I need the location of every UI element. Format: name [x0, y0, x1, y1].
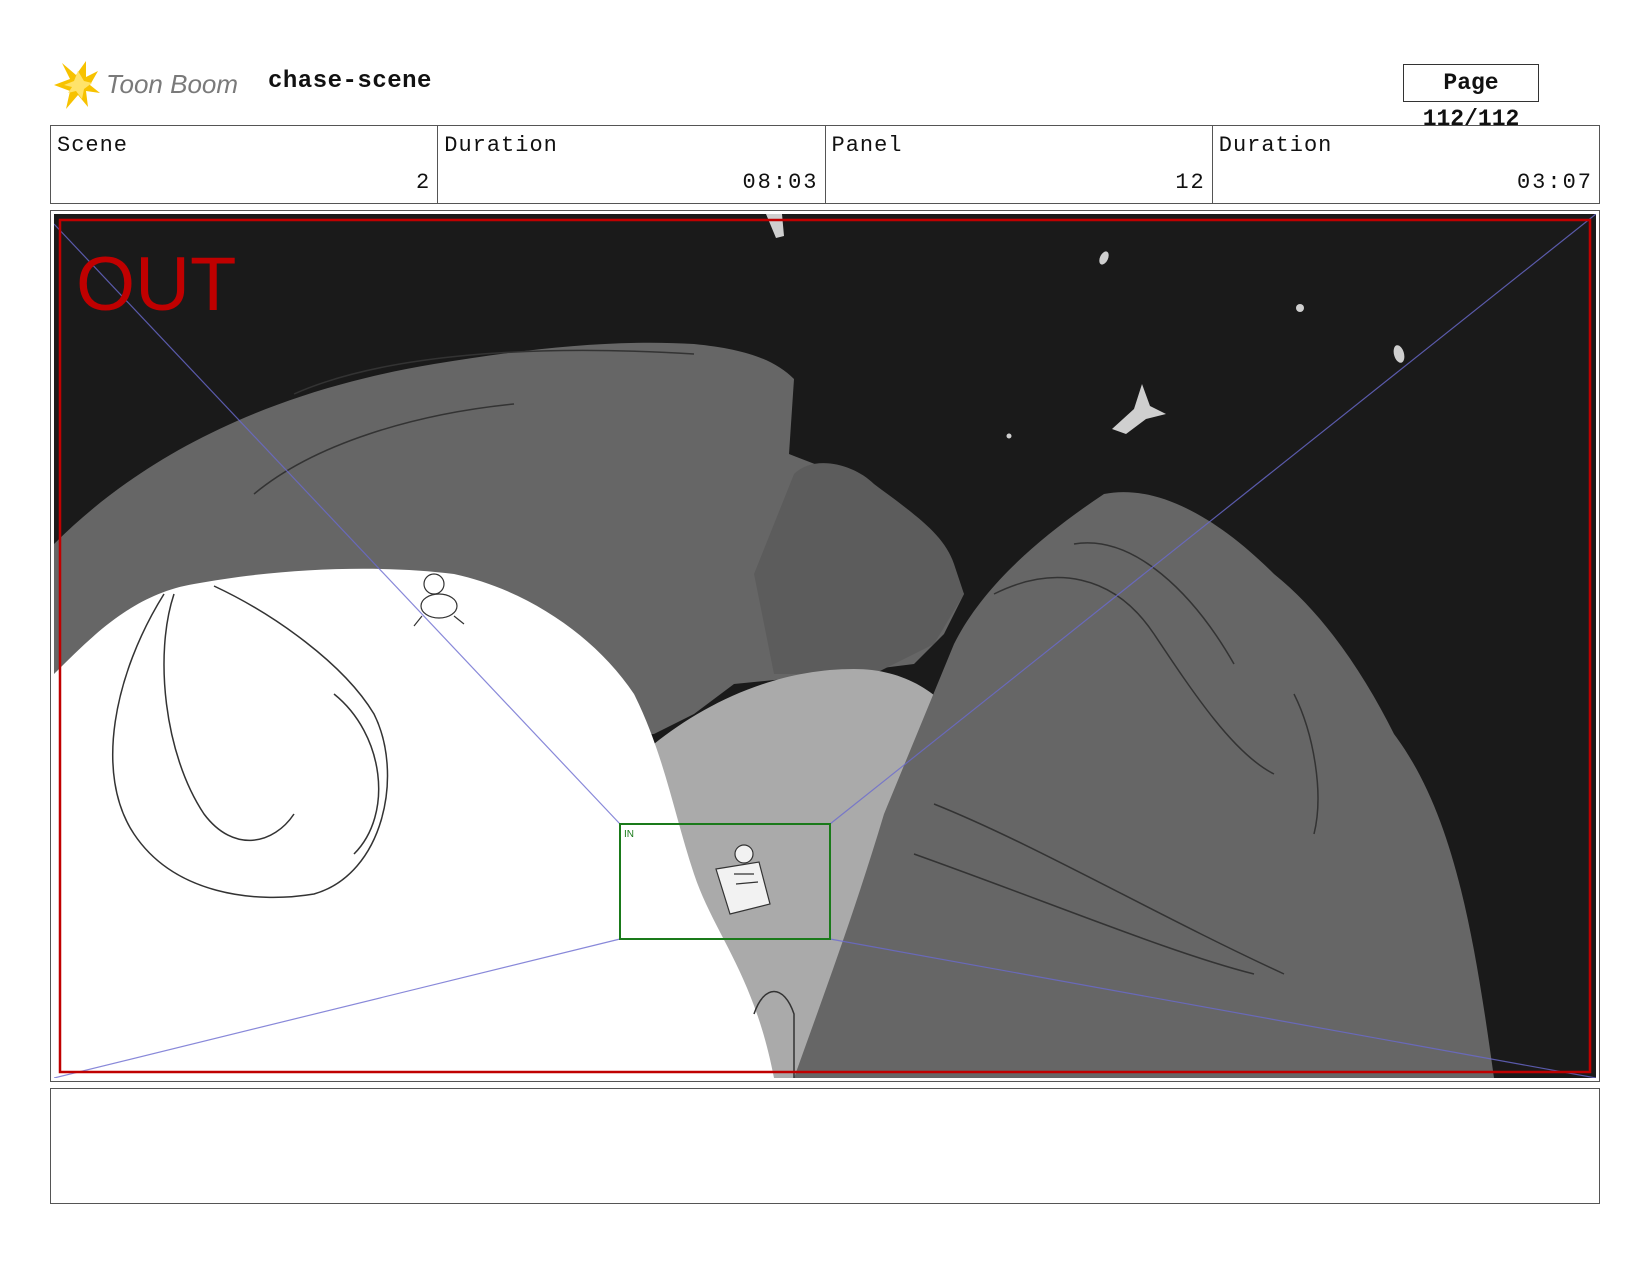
panel-duration-cell: Duration 03:07: [1213, 126, 1599, 203]
scene-value: 2: [416, 170, 432, 195]
scene-duration-label: Duration: [444, 133, 558, 158]
scene-label: Scene: [57, 133, 129, 158]
panel-label: Panel: [831, 133, 903, 158]
starburst-icon: [54, 61, 100, 109]
out-label: OUT: [76, 242, 236, 327]
panel-duration-label: Duration: [1218, 133, 1333, 158]
storyboard-panel[interactable]: OUT IN: [53, 213, 1597, 1079]
logo-text: Toon Boom: [106, 69, 238, 99]
scene-duration-cell: Duration 08:03: [438, 126, 826, 203]
panel-duration-value: 03:07: [1516, 170, 1593, 195]
info-table: Scene 2 Duration 08:03 Panel 12 Duration…: [50, 125, 1600, 204]
toon-boom-logo: Toon Boom: [52, 57, 252, 113]
scene-cell: Scene 2: [51, 126, 439, 203]
notes-box[interactable]: [50, 1088, 1600, 1204]
in-label: IN: [624, 829, 634, 840]
scene-duration-value: 08:03: [742, 170, 819, 195]
panel-cell: Panel 12: [826, 126, 1213, 203]
page-number: Page 112/112: [1403, 64, 1539, 132]
panel-value: 12: [1175, 170, 1206, 195]
project-title: chase-scene: [268, 68, 432, 95]
